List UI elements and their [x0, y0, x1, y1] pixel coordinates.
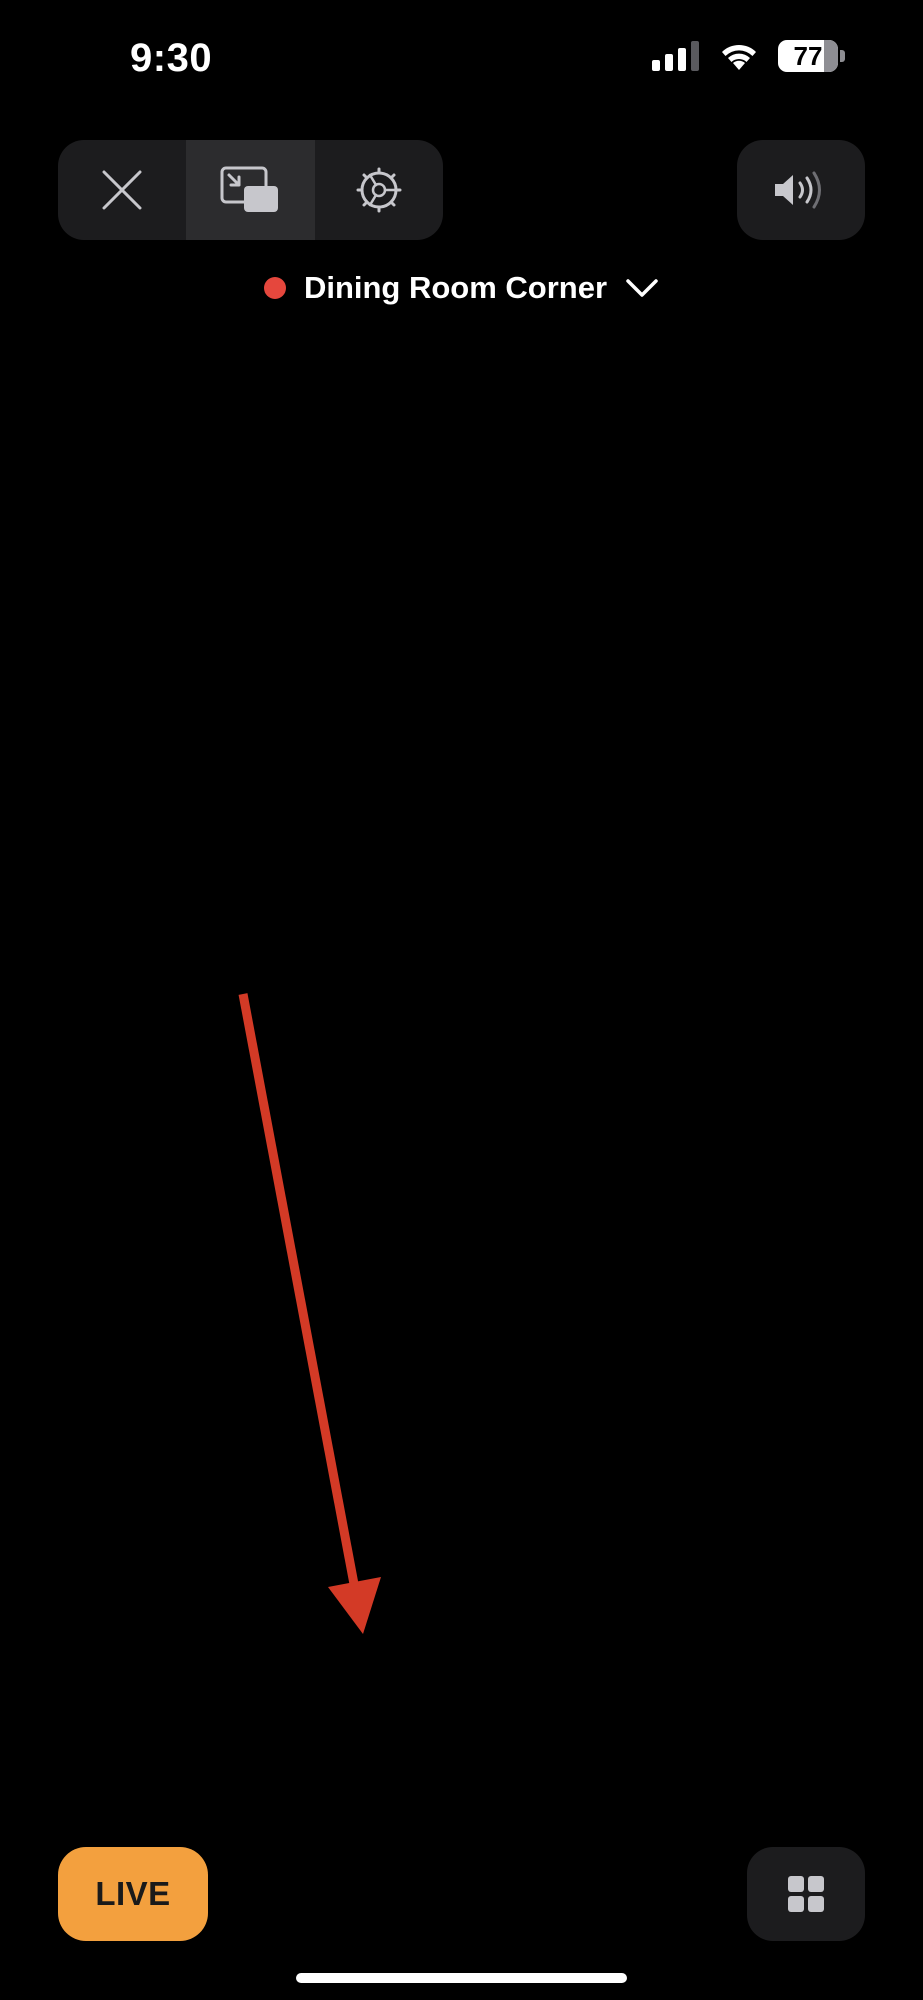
battery-icon: 77	[778, 40, 838, 72]
camera-selector[interactable]: Dining Room Corner	[0, 270, 923, 306]
annotation-arrow-shaft	[238, 993, 362, 1601]
wifi-icon	[722, 44, 756, 70]
picture-in-picture-button[interactable]	[186, 140, 315, 240]
cellular-signal-icon	[652, 41, 699, 71]
settings-button[interactable]	[315, 140, 443, 240]
picture-in-picture-icon	[220, 166, 279, 212]
top-control-group	[58, 140, 443, 240]
live-status-dot	[263, 277, 286, 299]
live-button[interactable]: LIVE	[58, 1847, 208, 1941]
home-indicator[interactable]	[296, 1973, 627, 1983]
settings-gear-icon	[356, 167, 402, 213]
camera-name: Dining Room Corner	[303, 270, 608, 305]
audio-button[interactable]	[737, 140, 865, 240]
close-icon	[102, 170, 142, 210]
grid-view-button[interactable]	[747, 1847, 865, 1941]
camera-live-view-screen: 9:30 77 Dining Room Corner LIVE	[0, 0, 923, 2000]
annotation-arrow-head	[328, 1577, 381, 1634]
battery-tip	[840, 50, 845, 62]
grid-view-icon	[788, 1876, 824, 1912]
status-time: 9:30	[130, 36, 213, 80]
speaker-volume-icon	[775, 171, 821, 209]
battery-level: 77	[793, 40, 823, 71]
close-button[interactable]	[58, 140, 186, 240]
chevron-down-icon	[626, 279, 658, 297]
status-icons: 77	[652, 40, 845, 72]
